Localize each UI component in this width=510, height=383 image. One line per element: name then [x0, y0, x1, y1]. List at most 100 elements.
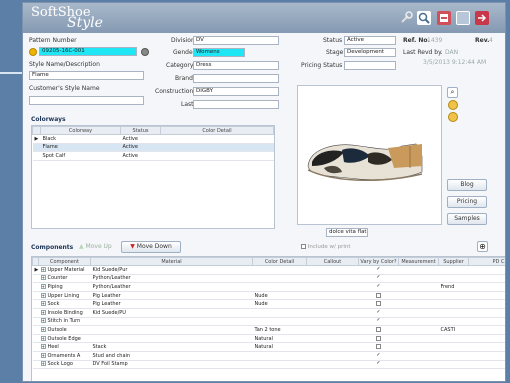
pd-col-header[interactable]: PD C — [468, 257, 505, 266]
supplier-cell[interactable] — [438, 317, 469, 327]
material-cell[interactable]: Pig Leather — [90, 291, 253, 301]
vary-by-color-cell[interactable]: ✓ — [358, 308, 399, 318]
pd-cell[interactable] — [468, 317, 505, 327]
component-cell[interactable]: + Outsole — [38, 325, 91, 335]
supplier-cell[interactable] — [438, 342, 469, 352]
pattern-lookup-icon[interactable] — [29, 48, 37, 56]
component-row[interactable]: ▶ + Upper Material Kid Suede/Pur ✓ — [32, 265, 505, 275]
measurement-col-header[interactable]: Measurement — [398, 257, 439, 266]
measurement-cell[interactable] — [398, 317, 439, 327]
search-icon[interactable] — [417, 11, 431, 25]
pattern-number-field[interactable]: 09205-16C-001 — [39, 47, 137, 56]
expand-icon[interactable]: + — [40, 266, 46, 272]
pd-cell[interactable] — [468, 325, 505, 335]
expand-icon[interactable]: + — [40, 283, 46, 289]
component-cell[interactable]: + Sock — [38, 299, 91, 309]
expand-icon[interactable]: + — [40, 309, 46, 315]
color-detail-cell[interactable]: Natural — [252, 342, 307, 352]
stage-field[interactable]: Development — [344, 48, 396, 57]
color-detail-cell[interactable] — [252, 308, 307, 318]
color-detail-col-header[interactable]: Color Detail — [160, 126, 274, 135]
vary-by-color-cell[interactable]: ✓ — [358, 265, 399, 275]
vary-by-color-checkbox[interactable]: ✓ — [376, 361, 381, 366]
material-cell[interactable]: Stud and chain — [90, 351, 253, 361]
vary-by-color-cell[interactable]: ✓ — [358, 317, 399, 327]
component-row[interactable]: + Piping Python/Leather ✓ Frend — [32, 282, 505, 292]
status-col-header[interactable]: Status — [120, 126, 161, 135]
samples-button[interactable]: Samples — [447, 213, 487, 225]
measurement-cell[interactable] — [398, 291, 439, 301]
supplier-cell[interactable] — [438, 334, 469, 344]
material-cell[interactable]: Kid Suede/Pur — [90, 265, 253, 275]
component-row[interactable]: + Sock Pig Leather Nude — [32, 299, 505, 309]
category-field[interactable]: Dress — [193, 61, 279, 70]
component-cell[interactable]: + Sock Logo — [38, 360, 91, 370]
color-detail-cell[interactable]: Nude — [252, 299, 307, 309]
zoom-icon[interactable]: ⌕ — [447, 87, 458, 98]
pd-cell[interactable] — [468, 265, 505, 275]
material-cell[interactable]: Kid Suede/PU — [90, 308, 253, 318]
expand-icon[interactable]: + — [40, 292, 46, 298]
callout-cell[interactable] — [306, 342, 359, 352]
pricing-status-field[interactable] — [344, 61, 396, 70]
blog-button[interactable]: Blog — [447, 179, 487, 191]
callout-cell[interactable] — [306, 351, 359, 361]
component-cell[interactable]: + Upper Lining — [38, 291, 91, 301]
expand-icon[interactable]: + — [40, 275, 46, 281]
colorway-status[interactable]: Active — [120, 151, 161, 161]
include-print-checkbox[interactable] — [301, 244, 306, 249]
component-cell[interactable]: + Upper Material — [38, 265, 91, 275]
measurement-cell[interactable] — [398, 274, 439, 284]
colorway-name[interactable]: Flame — [40, 143, 121, 153]
vary-by-color-checkbox[interactable] — [376, 326, 381, 332]
component-row[interactable]: + Outsole Tan 2 tone CASTI — [32, 325, 505, 335]
color-detail-cell[interactable] — [252, 282, 307, 292]
measurement-cell[interactable] — [398, 351, 439, 361]
measurement-cell[interactable] — [398, 308, 439, 318]
supplier-cell[interactable] — [438, 360, 469, 370]
remove-image-icon[interactable] — [448, 112, 458, 122]
pattern-info-icon[interactable] — [141, 48, 149, 56]
colorway-name[interactable]: Black — [40, 134, 121, 144]
supplier-cell[interactable] — [438, 265, 469, 275]
expand-icon[interactable]: + — [40, 318, 46, 324]
window-icon[interactable] — [456, 11, 470, 25]
move-down-button[interactable]: ▼ Move Down — [121, 241, 181, 253]
component-row[interactable]: + Sock Logo DV Foil Stamp ✓ — [32, 360, 505, 370]
vary-by-color-checkbox[interactable] — [376, 292, 381, 298]
component-row[interactable]: + Outsole Edge Natural — [32, 334, 505, 344]
supplier-cell[interactable] — [438, 308, 469, 318]
component-row[interactable]: + Ornaments A Stud and chain ✓ — [32, 351, 505, 361]
component-cell[interactable]: + Outsole Edge — [38, 334, 91, 344]
color-detail-col-header[interactable]: Color Detail — [252, 257, 307, 266]
component-cell[interactable]: + Insole Binding — [38, 308, 91, 318]
component-cell[interactable]: + Counter — [38, 274, 91, 284]
expand-icon[interactable]: + — [40, 301, 46, 307]
wrench-icon[interactable] — [399, 11, 413, 25]
callout-cell[interactable] — [306, 334, 359, 344]
expand-icon[interactable]: + — [40, 352, 46, 358]
vary-by-color-checkbox[interactable] — [376, 335, 381, 341]
material-cell[interactable]: Pig Leather — [90, 299, 253, 309]
exit-icon[interactable] — [475, 11, 489, 25]
vary-by-color-checkbox[interactable] — [376, 344, 381, 350]
material-cell[interactable] — [90, 317, 253, 327]
print-icon[interactable] — [437, 11, 451, 25]
material-cell[interactable] — [90, 334, 253, 344]
pd-cell[interactable] — [468, 291, 505, 301]
colorway-status[interactable]: Active — [120, 134, 161, 144]
colorway-row[interactable]: Spot Calf Active — [32, 151, 274, 161]
material-cell[interactable]: Stack — [90, 342, 253, 352]
brand-field[interactable] — [193, 74, 279, 83]
vary-by-color-cell[interactable]: ✓ — [358, 274, 399, 284]
callout-cell[interactable] — [306, 360, 359, 370]
color-detail-cell[interactable] — [252, 265, 307, 275]
callout-cell[interactable] — [306, 291, 359, 301]
colorway-status[interactable]: Active — [120, 143, 161, 153]
colorway-col-header[interactable]: Colorway — [40, 126, 121, 135]
callout-cell[interactable] — [306, 317, 359, 327]
component-row[interactable]: + Stitch in Turn ✓ — [32, 317, 505, 327]
vary-by-color-checkbox[interactable]: ✓ — [376, 352, 381, 358]
pd-cell[interactable] — [468, 274, 505, 284]
expand-icon[interactable]: + — [40, 361, 46, 367]
